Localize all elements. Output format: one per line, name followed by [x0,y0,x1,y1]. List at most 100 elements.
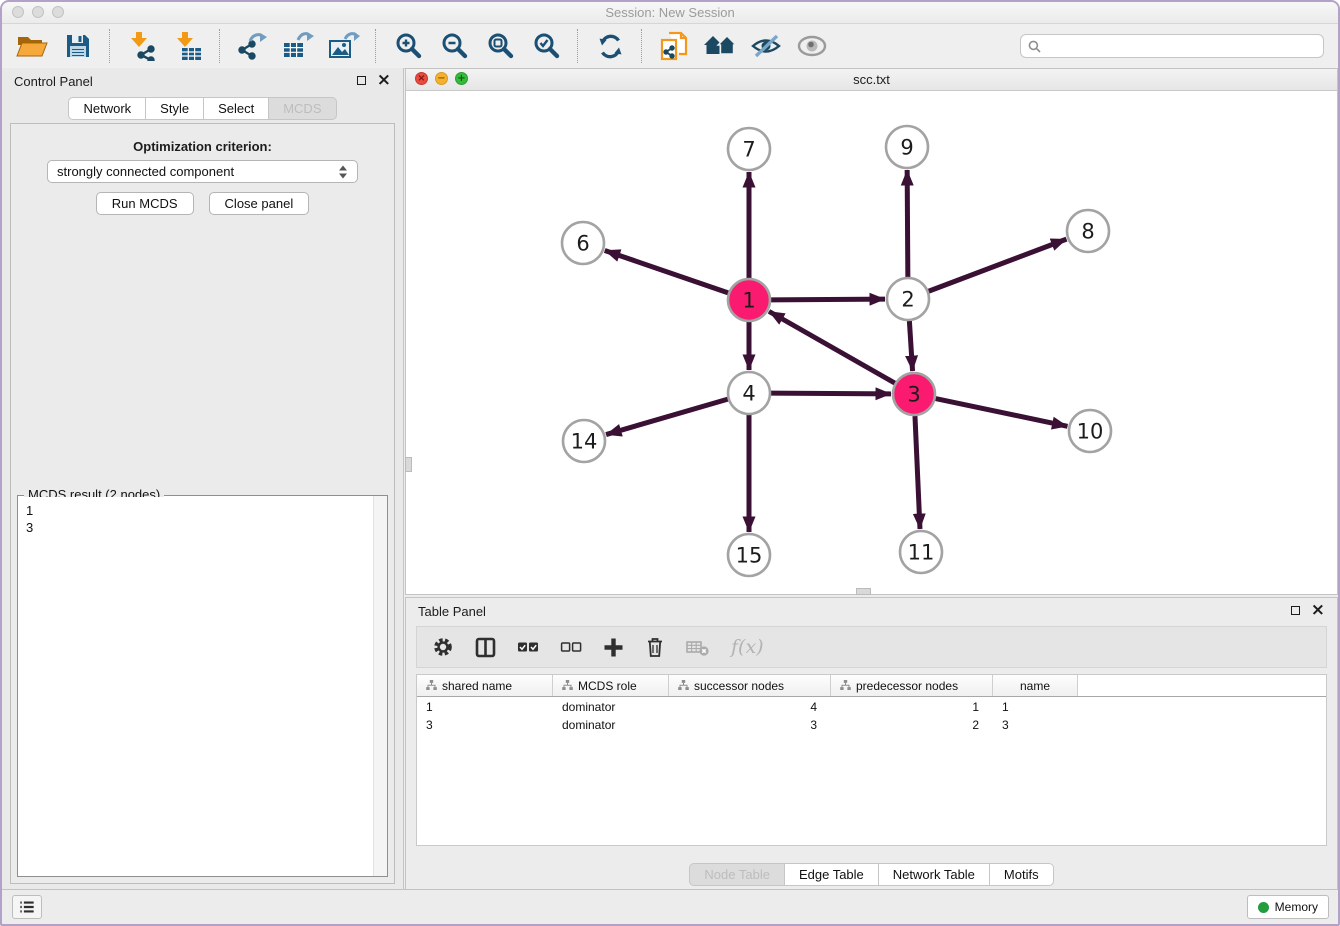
table-row[interactable]: 1dominator411 [417,699,1326,715]
zoom-in-button[interactable] [388,27,428,65]
hide-selected-button[interactable] [746,27,786,65]
open-session-button[interactable] [12,27,52,65]
graph-edge-2-9[interactable] [907,170,908,277]
zoom-out-button[interactable] [434,27,474,65]
first-neighbors-button[interactable] [700,27,740,65]
network-graph: 7 9 6 8 1 2 4 3 14 10 15 11 [406,91,1337,594]
table-cell: dominator [553,718,669,732]
delete-table-icon [686,637,710,657]
save-session-button[interactable] [58,27,98,65]
mcds-result-line: 1 [19,502,386,519]
unselect-all-columns-button[interactable] [560,637,582,657]
memory-button[interactable]: Memory [1247,895,1329,919]
graph-edge-3-11[interactable] [915,416,920,529]
delete-columns-button[interactable] [645,636,665,658]
graph-edge-1-2[interactable] [771,299,885,300]
show-column-panel-button[interactable] [475,637,496,658]
close-panel-button[interactable]: Close panel [209,192,310,215]
network-maximize-icon[interactable]: + [455,72,468,85]
export-network-icon [236,31,268,61]
unchecked-boxes-icon [560,637,582,657]
graph-edge-2-3[interactable] [909,321,912,371]
graph-node-label: 4 [742,382,755,406]
criterion-dropdown[interactable]: strongly connected component [47,160,358,183]
show-panels-menu-button[interactable] [12,895,42,919]
graph-node-15[interactable]: 15 [728,534,770,576]
create-new-column-button[interactable] [603,637,624,658]
graph-node-7[interactable]: 7 [728,128,770,170]
tab-network[interactable]: Network [68,97,146,120]
graph-node-6[interactable]: 6 [562,222,604,264]
app-window: Session: New Session [0,0,1340,926]
tab-motifs[interactable]: Motifs [990,863,1054,886]
graph-node-10[interactable]: 10 [1069,410,1111,452]
graph-edge-3-1[interactable] [769,311,895,383]
column-header-successor-nodes[interactable]: successor nodes [669,675,831,696]
checked-boxes-icon [517,637,539,657]
table-cell: 1 [417,700,553,714]
export-image-button[interactable] [324,27,364,65]
zoom-selected-button[interactable] [526,27,566,65]
column-header-predecessor-nodes[interactable]: predecessor nodes [831,675,993,696]
export-network-button[interactable] [232,27,272,65]
graph-node-9[interactable]: 9 [886,126,928,168]
table-row[interactable]: 3dominator323 [417,717,1326,733]
network-close-icon[interactable]: × [415,72,428,85]
table-settings-button[interactable] [432,636,454,658]
run-mcds-button[interactable]: Run MCDS [96,192,194,215]
new-network-from-selection-button[interactable] [654,27,694,65]
graph-node-14[interactable]: 14 [563,420,605,462]
graph-node-2[interactable]: 2 [887,278,929,320]
eye-slash-icon [750,33,782,59]
graph-node-4[interactable]: 4 [728,372,770,414]
table-cell: 3 [417,718,553,732]
graph-edge-3-10[interactable] [936,399,1068,427]
table-panel-title: Table Panel [418,604,486,619]
close-panel-icon[interactable]: × [377,75,391,85]
search-box[interactable] [1020,34,1324,58]
graph-edge-4-14[interactable] [606,399,728,434]
tab-edge-table[interactable]: Edge Table [785,863,879,886]
network-canvas[interactable]: 7 9 6 8 1 2 4 3 14 10 15 11 [406,91,1337,594]
tab-select[interactable]: Select [204,97,269,120]
tab-style[interactable]: Style [146,97,204,120]
column-header-label: successor nodes [694,679,784,693]
graph-node-1[interactable]: 1 [728,279,770,321]
graph-edge-1-6[interactable] [605,250,728,292]
search-icon [1028,40,1041,53]
graph-node-11[interactable]: 11 [900,531,942,573]
result-scrollbar[interactable] [373,496,387,876]
network-window-titlebar: × − + scc.txt [406,69,1337,91]
graph-node-3[interactable]: 3 [893,373,935,415]
import-table-button[interactable] [168,27,208,65]
apply-layout-button[interactable] [590,27,630,65]
graph-node-label: 14 [571,430,598,454]
search-input[interactable] [1046,38,1316,54]
column-header-mcds-role[interactable]: MCDS role [553,675,669,696]
table-cell: 3 [669,718,831,732]
tab-mcds[interactable]: MCDS [269,97,336,120]
float-panel-icon[interactable] [1291,606,1300,615]
zoom-fit-button[interactable] [480,27,520,65]
graph-edge-4-3[interactable] [771,393,891,394]
tab-node-table[interactable]: Node Table [689,863,785,886]
column-header-name[interactable]: name [993,675,1078,696]
splitter-handle[interactable] [405,457,412,472]
graph-edge-2-8[interactable] [929,239,1067,291]
close-panel-icon[interactable]: × [1311,605,1325,615]
tab-network-table[interactable]: Network Table [879,863,990,886]
import-network-button[interactable] [122,27,162,65]
mcds-result-line: 3 [19,519,386,536]
network-minimize-icon[interactable]: − [435,72,448,85]
show-all-button[interactable] [792,27,832,65]
home-icon [702,33,738,59]
select-all-columns-button[interactable] [517,637,539,657]
hierarchy-icon [562,680,573,691]
float-panel-icon[interactable] [357,76,366,85]
splitter-handle[interactable] [856,588,871,595]
mcds-result-text[interactable]: 13 [19,497,386,875]
graph-node-8[interactable]: 8 [1067,210,1109,252]
column-header-shared-name[interactable]: shared name [417,675,553,696]
node-table: shared nameMCDS role successor nodes prede… [416,674,1327,846]
export-table-button[interactable] [278,27,318,65]
